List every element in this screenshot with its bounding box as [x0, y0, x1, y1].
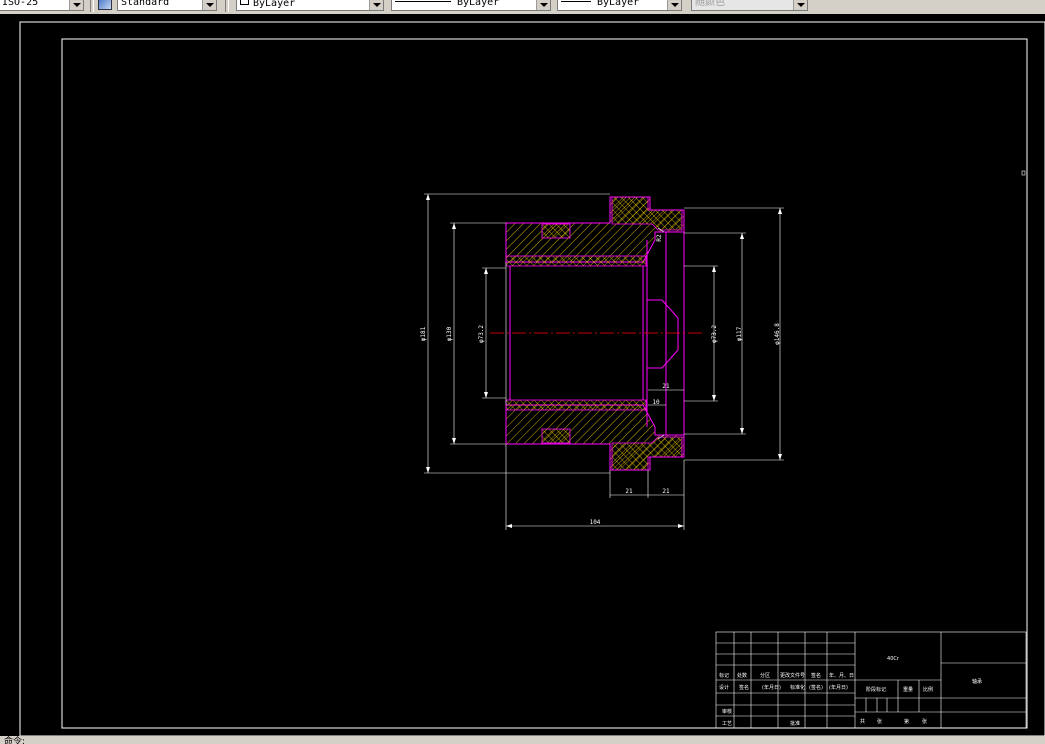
lineweight-preview-icon [561, 1, 591, 2]
sheet-outer-border [19, 21, 1045, 736]
properties-toolbar: ISO-25 Standard ByLayer ByLayer ByLayer … [0, 0, 1045, 15]
part-section-lower [505, 399, 685, 471]
dim-d117: φ117 [736, 326, 743, 341]
tb-cell: 共 [860, 718, 865, 725]
lineweight-value: ByLayer [597, 0, 640, 8]
tb-cell: 审核 [722, 708, 732, 715]
tb-cell: 批准 [790, 720, 800, 727]
layer-color-dropdown[interactable]: ByLayer [236, 0, 384, 11]
tb-cell: 处数 [737, 672, 747, 679]
tb-cell: 张 [877, 718, 882, 725]
sheet-inner-border [61, 38, 1028, 729]
tb-cell: 年、月、日 [829, 672, 854, 679]
dim-len-21-a: 21 [625, 488, 633, 495]
textstyle-value: Standard [121, 0, 170, 8]
chevron-down-icon[interactable] [369, 0, 383, 10]
tb-cell: (年月日) [829, 684, 848, 691]
linetype-value: ByLayer [457, 0, 500, 8]
chevron-down-icon[interactable] [793, 0, 807, 10]
dimstyle-value: ISO-25 [2, 0, 39, 8]
plotstyle-dropdown[interactable]: 随颜色 [691, 0, 808, 11]
toolbar-separator [90, 0, 94, 12]
tb-cell: (签名) [809, 684, 823, 691]
command-line[interactable]: 命令: [0, 736, 1045, 744]
dim-len-10: 10 [652, 399, 660, 406]
toolbar-separator [225, 0, 229, 12]
tb-cell: 设计 [719, 684, 729, 691]
part-name: 40Cr [887, 656, 900, 662]
tb-cell: 第 [904, 718, 909, 725]
color-value: 随颜色 [695, 0, 725, 8]
layer-value: ByLayer [253, 0, 296, 9]
chevron-down-icon[interactable] [536, 0, 550, 10]
tb-cell: 签名 [811, 672, 821, 679]
title-block-texts: 40Cr 轴承 标记 处数 分区 更改文件号 签名 年、月、日 设计 签名 (年… [719, 656, 982, 727]
dim-d73-right: φ73.2 [711, 325, 718, 343]
dim-len-21-c: 21 [662, 383, 670, 390]
chevron-down-icon[interactable] [69, 0, 83, 10]
chevron-down-icon[interactable] [202, 0, 216, 10]
drawing-canvas[interactable]: φ181 φ130 φ73.2 φ73.2 φ117 φ146.8 21 21 … [0, 14, 1045, 736]
tb-cell: (年月日) [762, 684, 781, 691]
dimension-texts: φ181 φ130 φ73.2 φ73.2 φ117 φ146.8 21 21 … [420, 234, 781, 526]
dim-radius: R2 [656, 234, 663, 242]
linetype-preview-icon [395, 1, 451, 2]
cad-drawing: φ181 φ130 φ73.2 φ73.2 φ117 φ146.8 21 21 … [19, 21, 1045, 736]
text-style-icon[interactable] [98, 0, 112, 10]
tb-cell: 阶段标记 [866, 686, 886, 693]
tb-cell: 更改文件号 [780, 672, 805, 679]
linetype-dropdown[interactable]: ByLayer [391, 0, 551, 11]
color-swatch-icon [240, 0, 249, 5]
tb-cell: 比例 [923, 686, 933, 693]
textstyle-dropdown[interactable]: Standard [117, 0, 217, 11]
tb-cell: 分区 [760, 672, 770, 679]
chevron-down-icon[interactable] [667, 0, 681, 10]
sheet-marker [1021, 170, 1026, 176]
tb-cell: 标记 [719, 672, 729, 679]
tb-cell: 签名 [739, 684, 749, 691]
dim-d130: φ130 [446, 326, 453, 341]
drawing-name: 轴承 [972, 678, 982, 685]
dim-d73-left: φ73.2 [478, 325, 485, 343]
tb-cell: 标准化 [790, 684, 805, 691]
tb-cell: 张 [922, 718, 927, 725]
dim-len-104: 104 [590, 519, 601, 526]
dim-d181: φ181 [420, 326, 427, 341]
command-prompt: 命令: [4, 737, 26, 744]
lineweight-dropdown[interactable]: ByLayer [557, 0, 682, 11]
dim-len-21-b: 21 [662, 488, 670, 495]
tb-cell: 重量 [903, 686, 913, 693]
part-section-upper [505, 196, 685, 267]
dim-d1468: φ146.8 [774, 323, 781, 345]
dimstyle-dropdown[interactable]: ISO-25 [0, 0, 84, 11]
tb-cell: 工艺 [722, 721, 732, 727]
